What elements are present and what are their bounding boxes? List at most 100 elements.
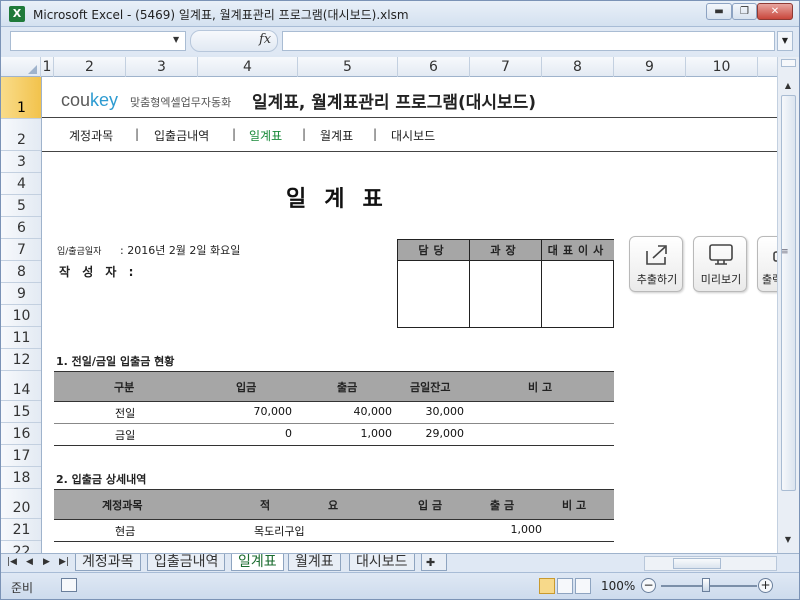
nav-separator: | (232, 127, 237, 141)
vertical-scrollbar[interactable]: ▲ ≡ ▼ (777, 57, 799, 553)
row-header-cell[interactable]: 22 (1, 541, 41, 553)
nav-transactions[interactable]: 입출금내역 (154, 127, 209, 144)
cell-amount[interactable]: 40,000 (312, 405, 393, 418)
program-title: 일계표, 월계표관리 프로그램(대시보드) (252, 93, 537, 113)
zoom-out-button[interactable]: − (641, 578, 656, 593)
scroll-thumb[interactable] (673, 558, 721, 569)
scroll-thumb[interactable] (781, 95, 796, 491)
cell-account[interactable]: 현금 (115, 523, 135, 539)
minimize-button[interactable]: ▬ (706, 3, 732, 20)
cell-amount[interactable]: 1,000 (312, 427, 393, 440)
row-header-cell[interactable]: 1 (1, 77, 41, 119)
next-sheet-icon[interactable]: ▶ (43, 557, 50, 567)
row-header-cell[interactable]: 7 (1, 239, 41, 261)
cell-label[interactable]: 전일 (115, 405, 135, 421)
print-button[interactable]: 출력 (757, 236, 777, 292)
section-title: 1. 전일/금일 입출금 현황 (56, 355, 175, 368)
column-header-cell[interactable]: 2 (54, 57, 126, 77)
approval-cell-ceo: 대표이사 (542, 240, 614, 327)
column-header-cell[interactable]: 9 (614, 57, 686, 77)
last-sheet-icon[interactable]: ▶| (59, 557, 69, 567)
scroll-down-icon[interactable]: ▼ (781, 533, 795, 547)
excel-icon[interactable]: X (9, 6, 25, 22)
row-header-cell[interactable]: 8 (1, 261, 41, 283)
table-header: 구분 입금 출금 금일잔고 비 고 (54, 371, 614, 402)
chevron-down-icon[interactable]: ▼ (173, 35, 179, 44)
sheet-tab[interactable]: 입출금내역 (147, 554, 226, 571)
nav-account-items[interactable]: 계정과목 (69, 127, 113, 144)
column-header-cell[interactable]: 8 (542, 57, 614, 77)
column-header-cell[interactable]: 10 (686, 57, 758, 77)
column-label: 출 금 (490, 499, 515, 512)
row-header-cell[interactable]: 14 (1, 371, 41, 401)
worksheet[interactable]: coukey 맞춤형엑셀업무자동화 일계표, 월계표관리 프로그램(대시보드) … (42, 77, 777, 553)
divider (42, 117, 777, 118)
zoom-level[interactable]: 100% (601, 579, 635, 593)
nav-dashboard[interactable]: 대시보드 (391, 127, 435, 144)
sheet-tab[interactable]: 계정과목 (75, 554, 141, 571)
close-button[interactable]: ✕ (757, 3, 793, 20)
status-bar: 준비 100% − + (1, 572, 799, 599)
row-header-cell[interactable]: 16 (1, 423, 41, 445)
table-header: 계정과목 적 요 입 금 출 금 비 고 (54, 489, 614, 520)
first-sheet-icon[interactable]: |◀ (7, 557, 17, 567)
zoom-in-button[interactable]: + (758, 578, 773, 593)
select-all-button[interactable] (1, 57, 41, 77)
sheet-tab[interactable]: 월계표 (288, 554, 341, 571)
sheet-tab[interactable]: 대시보드 (349, 554, 415, 571)
row-header-cell[interactable]: 15 (1, 401, 41, 423)
row-header-cell[interactable]: 12 (1, 349, 41, 371)
cell-amount[interactable]: 29,000 (384, 427, 465, 440)
scroll-up-icon[interactable]: ▲ (781, 79, 795, 93)
column-header-cell[interactable]: 3 (126, 57, 198, 77)
column-label: 요 (328, 499, 339, 512)
nav-daily-ledger[interactable]: 일계표 (249, 127, 282, 144)
row-divider (54, 541, 614, 542)
approval-header: 담당 (398, 240, 469, 261)
cell-label[interactable]: 금일 (115, 427, 135, 443)
row-header-cell[interactable]: 9 (1, 283, 41, 305)
row-header-cell[interactable]: 10 (1, 305, 41, 327)
row-header-cell[interactable]: 21 (1, 519, 41, 541)
writer-label: 작 성 자 : (59, 265, 138, 279)
row-header-cell[interactable]: 4 (1, 173, 41, 195)
nav-monthly-ledger[interactable]: 월계표 (320, 127, 353, 144)
cell-amount[interactable]: 30,000 (384, 405, 465, 418)
normal-view-icon[interactable] (539, 578, 555, 594)
cell-amount[interactable]: 0 (212, 427, 292, 440)
export-button[interactable]: 추출하기 (629, 236, 683, 292)
row-header-cell[interactable]: 17 (1, 445, 41, 467)
column-header-cell[interactable]: 6 (398, 57, 470, 77)
column-header-cell[interactable]: 1 (41, 57, 54, 77)
sheet-tab-active[interactable]: 일계표 (231, 554, 284, 571)
row-header-cell[interactable]: 2 (1, 119, 41, 151)
insert-function-button[interactable]: fx (259, 32, 271, 47)
restore-button[interactable]: ❐ (732, 3, 757, 20)
cell-amount[interactable]: 70,000 (212, 405, 293, 418)
column-header-cell[interactable]: 4 (198, 57, 298, 77)
expand-formula-button[interactable]: ▼ (777, 31, 793, 51)
formula-input[interactable] (282, 31, 775, 51)
row-header-cell[interactable]: 3 (1, 151, 41, 173)
cell-summary[interactable]: 목도리구입 (254, 523, 305, 539)
window-title: Microsoft Excel - (5469) 일계표, 월계표관리 프로그램… (33, 8, 409, 22)
prev-sheet-icon[interactable]: ◀ (26, 557, 33, 567)
column-header-cell[interactable]: 7 (470, 57, 542, 77)
zoom-thumb[interactable] (702, 578, 710, 592)
row-header-cell[interactable]: 5 (1, 195, 41, 217)
page-layout-icon[interactable] (557, 578, 573, 594)
insert-sheet-icon[interactable]: ✚ (421, 554, 447, 571)
column-label: 입금 (236, 381, 257, 394)
column-header-cell[interactable]: 5 (298, 57, 398, 77)
cell-amount[interactable]: 1,000 (462, 523, 543, 536)
horizontal-scrollbar[interactable] (644, 556, 777, 571)
row-header-cell[interactable]: 11 (1, 327, 41, 349)
macro-record-icon[interactable] (61, 578, 77, 592)
preview-button[interactable]: 미리보기 (693, 236, 747, 292)
row-header-cell[interactable]: 6 (1, 217, 41, 239)
row-header-cell[interactable]: 18 (1, 467, 41, 489)
row-header-cell[interactable]: 20 (1, 489, 41, 519)
page-break-icon[interactable] (575, 578, 591, 594)
split-handle[interactable] (781, 59, 796, 67)
name-box[interactable] (10, 31, 186, 51)
